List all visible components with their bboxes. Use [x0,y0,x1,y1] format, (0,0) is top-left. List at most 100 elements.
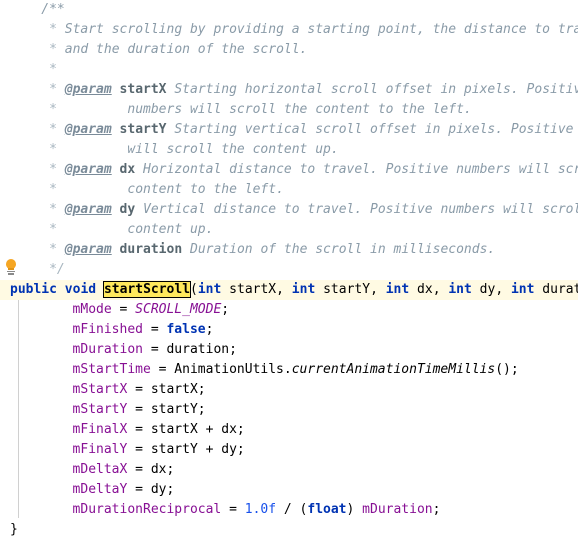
code-token: Vertical distance to travel. Positive nu… [135,202,578,217]
code-line[interactable]: /** [0,0,578,20]
code-line[interactable]: mMode = SCROLL_MODE; [0,300,578,320]
code-token: * [41,202,65,217]
field-token: mMode [72,302,112,317]
code-line[interactable]: * content to the left. [0,180,578,200]
code-token: will scroll the content up. [64,142,339,157]
keyword-token: int [385,282,410,297]
code-editor-pane[interactable]: /** * Start scrolling by providing a sta… [0,0,578,539]
code-token: = startX + dx; [127,422,245,437]
code-token: Horizontal distance to travel. Positive … [143,162,578,177]
code-token: startX, [221,282,292,297]
code-line[interactable]: * @param dy Vertical distance to travel.… [0,200,578,220]
code-line[interactable]: * @param startX Starting horizontal scro… [0,80,578,100]
code-token: = startY + dy; [127,442,245,457]
code-token: = startY; [127,402,206,417]
code-line[interactable]: * content up. [0,220,578,240]
javadoc-tag: @param [64,242,112,257]
code-token: = [221,502,245,517]
code-token: = [143,322,167,337]
code-line[interactable]: public void startScroll(int startX, int … [0,280,578,300]
keyword-token: false [166,322,206,337]
code-line[interactable]: * numbers will scroll the content to the… [0,100,578,120]
keyword-token: float [307,502,347,517]
field-token: mDeltaY [72,482,128,497]
code-line[interactable]: */ [0,260,578,280]
code-line[interactable]: mStartTime = AnimationUtils.currentAnima… [0,360,578,380]
javadoc-param-name: duration [119,242,183,257]
code-token: Start scrolling by providing a starting … [64,22,578,37]
code-token: = AnimationUtils. [150,362,292,377]
code-line[interactable]: mStartY = startY; [0,400,578,420]
field-token: mFinished [72,322,143,337]
code-token: * [41,62,57,77]
keyword-token: int [197,282,222,297]
field-token: SCROLL_MODE [135,302,222,317]
keyword-token: int [510,282,535,297]
code-token: * [41,242,65,257]
code-token: = dx; [127,462,175,477]
code-line[interactable]: * [0,60,578,80]
code-line[interactable]: mFinished = false; [0,320,578,340]
code-line[interactable]: mDurationReciprocal = 1.0f / (float) mDu… [0,500,578,520]
code-token: = duration; [143,342,237,357]
code-token: * [41,162,65,177]
keyword-token: int [448,282,472,297]
code-line[interactable]: mDeltaX = dx; [0,460,578,480]
field-token: mFinalY [72,442,128,457]
code-token: (); [495,362,519,377]
code-token: ( [190,282,198,297]
code-line[interactable]: mStartX = startX; [0,380,578,400]
code-token: content up. [64,222,214,237]
javadoc-tag: @param [64,122,112,137]
field-token: mStartX [72,382,128,397]
code-line[interactable]: * @param startY Starting vertical scroll… [0,120,578,140]
code-token: * [41,222,65,237]
code-token: = startX; [127,382,206,397]
code-token: /** [41,2,65,17]
field-token: mStartTime [72,362,151,377]
field-token: mStartY [72,402,128,417]
code-line[interactable]: * and the duration of the scroll. [0,40,578,60]
code-line[interactable]: * Start scrolling by providing a startin… [0,20,578,40]
code-token: dy, [471,282,511,297]
number-literal: 1.0f [244,502,277,517]
code-line[interactable]: mDeltaY = dy; [0,480,578,500]
code-line[interactable]: * @param duration Duration of the scroll… [0,240,578,260]
code-token: duration) { [542,282,578,297]
code-token: ; [221,302,230,317]
code-token: * [41,182,65,197]
code-line[interactable]: * will scroll the content up. [0,140,578,160]
field-token: mDeltaX [72,462,128,477]
code-line[interactable]: mDuration = duration; [0,340,578,360]
javadoc-param-name: dx [119,162,136,177]
keyword-token: public [10,282,57,297]
code-line[interactable]: } [0,520,578,540]
keyword-token: void [64,282,97,297]
field-token: mFinalX [72,422,128,437]
code-line[interactable]: mFinalX = startX + dx; [0,420,578,440]
code-token: ; [432,502,441,517]
code-token: = [111,302,136,317]
javadoc-tag: @param [64,82,112,97]
code-token: = dy; [127,482,175,497]
code-token: and the duration of the scroll. [64,42,308,57]
code-line[interactable]: mFinalY = startY + dy; [0,440,578,460]
javadoc-param-name: startY [119,122,167,137]
javadoc-param-name: dy [119,202,136,217]
code-token: content to the left. [64,182,284,197]
highlighted-identifier: startScroll [103,282,191,297]
code-token: dx, [409,282,449,297]
static-method-token: currentAnimationTimeMillis [291,362,496,377]
code-token: ) [346,502,363,517]
code-line[interactable]: * @param dx Horizontal distance to trave… [0,160,578,180]
code-token: */ [41,262,65,277]
code-token: Duration of the scroll in milliseconds. [182,242,496,257]
code-token: * [41,102,65,117]
code-token: startY, [315,282,386,297]
keyword-token: int [291,282,316,297]
